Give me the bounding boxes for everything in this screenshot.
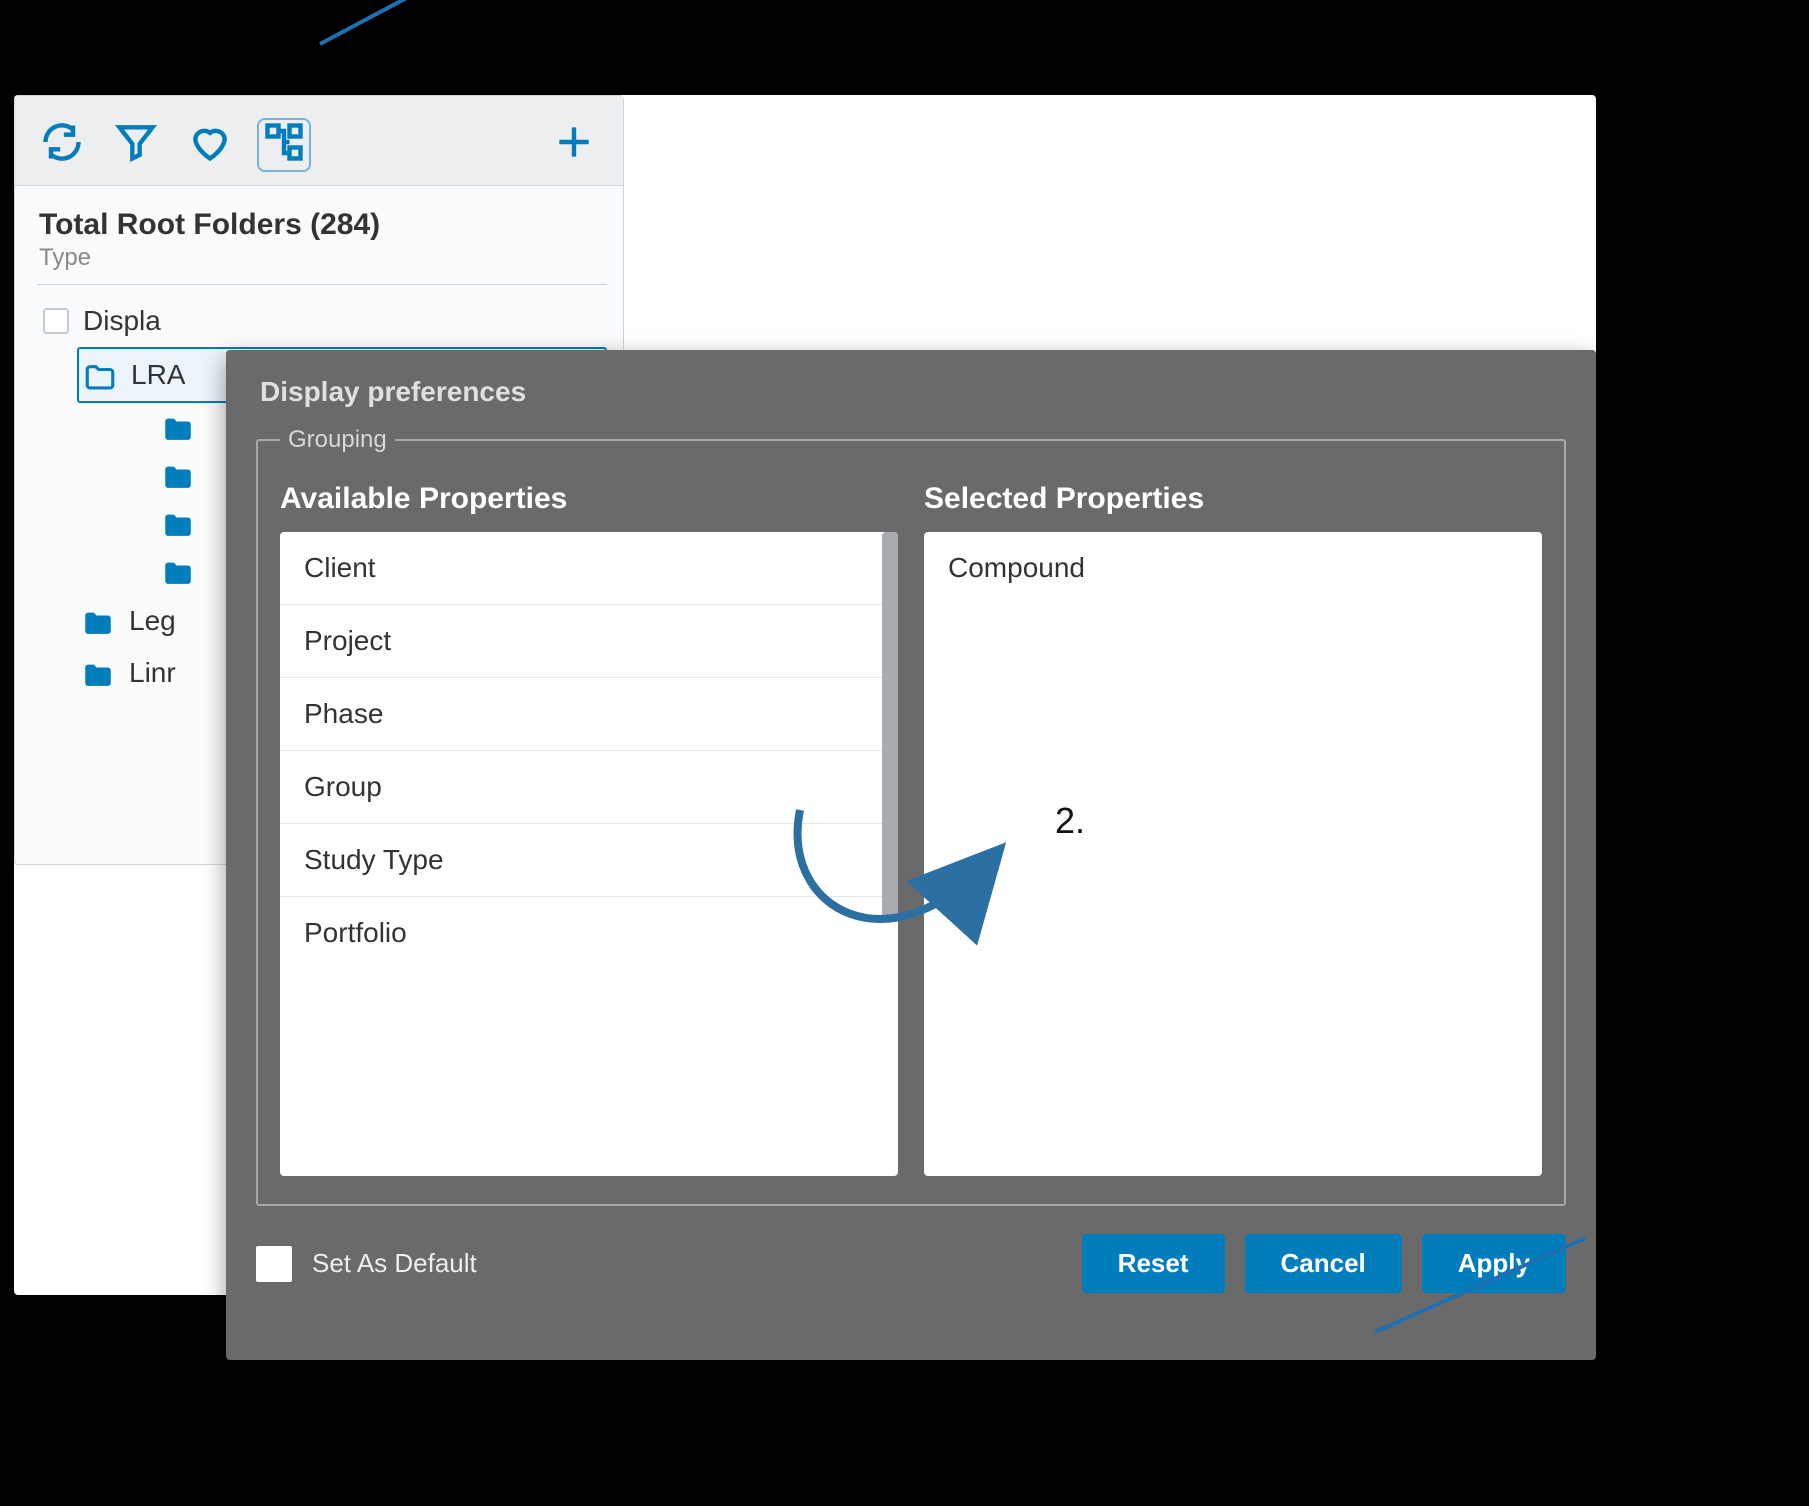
available-header: Available Properties [280, 482, 898, 516]
dialog-footer: Set As Default Reset Cancel Apply [256, 1206, 1566, 1293]
reset-button[interactable]: Reset [1082, 1234, 1225, 1293]
tree-row-label: Leg [129, 605, 176, 637]
tree-subtitle: Type [37, 244, 607, 272]
apply-button[interactable]: Apply [1422, 1234, 1566, 1293]
list-item[interactable]: Compound [924, 532, 1542, 604]
tree-row[interactable]: Displa [37, 295, 607, 347]
folder-icon [161, 509, 195, 537]
refresh-button[interactable] [39, 122, 85, 168]
folder-icon [161, 557, 195, 585]
list-item[interactable]: Phase [280, 678, 898, 751]
hierarchy-icon [262, 120, 306, 169]
folder-icon [81, 659, 115, 687]
set-default-label: Set As Default [312, 1248, 477, 1279]
available-properties-list[interactable]: ClientProjectPhaseGroupStudy TypePortfol… [280, 532, 898, 1176]
scrollbar[interactable] [882, 532, 898, 918]
list-item[interactable]: Client [280, 532, 898, 605]
tree-row-label: Linr [129, 657, 176, 689]
list-item[interactable]: Group [280, 751, 898, 824]
refresh-icon [40, 120, 84, 169]
list-item[interactable]: Portfolio [280, 897, 898, 969]
add-button[interactable] [551, 122, 597, 168]
dialog-title: Display preferences [260, 376, 1566, 408]
selected-header: Selected Properties [924, 482, 1542, 516]
cancel-button[interactable]: Cancel [1245, 1234, 1402, 1293]
tree-row-checkbox[interactable] [43, 308, 69, 334]
plus-icon [552, 120, 596, 169]
list-item[interactable]: Study Type [280, 824, 898, 897]
callout-line-to-grouping-icon [319, 0, 497, 46]
tree-row-label: Displa [83, 305, 161, 337]
tree-summary: Total Root Folders (284) [37, 204, 607, 244]
selected-column: Selected Properties Compound [924, 472, 1542, 1176]
folder-icon [161, 461, 195, 489]
heart-icon [188, 120, 232, 169]
display-preferences-dialog: Display preferences Grouping Available P… [226, 350, 1596, 1360]
folder-icon [81, 607, 115, 635]
funnel-icon [114, 120, 158, 169]
favorites-button[interactable] [187, 122, 233, 168]
divider [37, 284, 607, 285]
folder-icon [83, 361, 117, 389]
folder-icon [161, 413, 195, 441]
list-item[interactable]: Project [280, 605, 898, 678]
tree-toolbar [15, 96, 623, 186]
filter-button[interactable] [113, 122, 159, 168]
grouping-fieldset: Grouping Available Properties ClientProj… [256, 426, 1566, 1206]
tree-row-label: LRA [131, 359, 185, 391]
grouping-legend: Grouping [280, 426, 395, 454]
available-column: Available Properties ClientProjectPhaseG… [280, 472, 898, 1176]
grouping-button[interactable] [261, 122, 307, 168]
selected-properties-list[interactable]: Compound [924, 532, 1542, 1176]
annotation-step-number: 2. [1055, 800, 1085, 842]
set-default-checkbox[interactable] [256, 1246, 292, 1282]
